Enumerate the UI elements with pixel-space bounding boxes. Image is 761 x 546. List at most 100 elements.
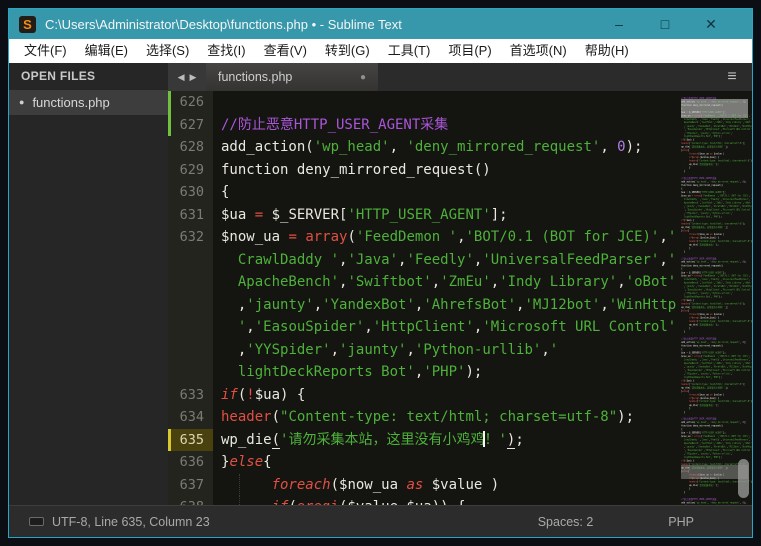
line-number[interactable]: 627 xyxy=(168,114,213,137)
tab-modified-icon: ● xyxy=(360,72,366,83)
line-number[interactable] xyxy=(168,339,213,362)
code-text[interactable]: add_action('wp_head', 'deny_mirrored_req… xyxy=(213,136,642,159)
line-number[interactable]: 628 xyxy=(168,136,213,159)
line-number[interactable]: 632 xyxy=(168,226,213,249)
sidebar-item-functions-php[interactable]: ● functions.php xyxy=(9,90,168,115)
code-line[interactable]: 634header("Content-type: text/html; char… xyxy=(168,406,677,429)
code-text[interactable]: { xyxy=(213,181,229,204)
minimap-scroll-thumb[interactable] xyxy=(738,459,749,498)
maximize-button[interactable]: □ xyxy=(642,9,688,39)
code-line[interactable]: ,'jaunty','YandexBot','AhrefsBot','MJ12b… xyxy=(168,294,677,317)
line-number[interactable]: 634 xyxy=(168,406,213,429)
line-number[interactable]: 636 xyxy=(168,451,213,474)
line-number[interactable]: 631 xyxy=(168,204,213,227)
code-line[interactable]: ,'YYSpider','jaunty','Python-urllib',' xyxy=(168,339,677,362)
close-button[interactable]: ✕ xyxy=(688,9,734,39)
code-text[interactable]: ApacheBench','Swiftbot','ZmEu','Indy Lib… xyxy=(213,271,676,294)
code-line[interactable]: 632$now_ua = array('FeedDemon ','BOT/0.1… xyxy=(168,226,677,249)
line-number[interactable] xyxy=(168,271,213,294)
code-text[interactable]: lightDeckReports Bot','PHP'); xyxy=(213,361,482,384)
menu-item[interactable]: 项目(P) xyxy=(439,39,500,63)
line-number[interactable]: 633 xyxy=(168,384,213,407)
line-number[interactable] xyxy=(168,316,213,339)
code-text[interactable]: CrawlDaddy ','Java','Feedly','UniversalF… xyxy=(213,249,676,272)
window-title: C:\Users\Administrator\Desktop\functions… xyxy=(45,17,596,32)
tab-forward-icon[interactable]: ▶ xyxy=(190,72,197,83)
code-text[interactable]: wp_die('请勿采集本站，这里没有小鸡鸡！'); xyxy=(213,429,524,452)
code-text[interactable]: $now_ua = array('FeedDemon ','BOT/0.1 (B… xyxy=(213,226,676,249)
line-number[interactable]: 637 xyxy=(168,474,213,497)
code-line[interactable]: 626 xyxy=(168,91,677,114)
line-number[interactable] xyxy=(168,294,213,317)
tab-functions-php[interactable]: functions.php ● xyxy=(206,63,378,91)
line-number[interactable]: 626 xyxy=(168,91,213,114)
code-line[interactable]: 637 foreach($now_ua as $value ) xyxy=(168,474,677,497)
title-bar[interactable]: S C:\Users\Administrator\Desktop\functio… xyxy=(9,9,752,39)
code-line[interactable]: 633if(!$ua) { xyxy=(168,384,677,407)
code-line[interactable]: ','EasouSpider','HttpClient','Microsoft … xyxy=(168,316,677,339)
code-line[interactable]: lightDeckReports Bot','PHP'); xyxy=(168,361,677,384)
line-number[interactable] xyxy=(168,361,213,384)
code-text[interactable] xyxy=(213,91,221,114)
code-text[interactable]: if(eregi($value,$ua)) { xyxy=(213,496,465,505)
menu-item[interactable]: 编辑(E) xyxy=(76,39,137,63)
code-text[interactable]: }else{ xyxy=(213,451,272,474)
status-syntax[interactable]: PHP xyxy=(668,515,694,529)
code-text[interactable]: function deny_mirrored_request() xyxy=(213,159,491,182)
minimize-button[interactable]: – xyxy=(596,9,642,39)
minimap-highlight-top xyxy=(681,99,748,118)
code-line[interactable]: 635wp_die('请勿采集本站，这里没有小鸡鸡！'); xyxy=(168,429,677,452)
code-text[interactable]: ,'jaunty','YandexBot','AhrefsBot','MJ12b… xyxy=(213,294,676,317)
code-text[interactable]: //防止恶意HTTP_USER_AGENT采集 xyxy=(213,114,448,137)
overflow-menu-icon[interactable]: ≡ xyxy=(712,63,752,91)
code-line[interactable]: ApacheBench','Swiftbot','ZmEu','Indy Lib… xyxy=(168,271,677,294)
code-line[interactable]: 636}else{ xyxy=(168,451,677,474)
status-bar: UTF-8, Line 635, Column 23 Spaces: 2 PHP xyxy=(9,505,752,537)
sublime-window: S C:\Users\Administrator\Desktop\functio… xyxy=(8,8,753,538)
menu-bar: 文件(F)编辑(E)选择(S)查找(I)查看(V)转到(G)工具(T)项目(P)… xyxy=(9,39,752,63)
code-line[interactable]: 638 if(eregi($value,$ua)) { xyxy=(168,496,677,505)
tab-back-icon[interactable]: ◀ xyxy=(178,72,185,83)
tab-label: functions.php xyxy=(218,70,360,84)
minimap-content: 626627//防止恶意HTTP_USER_AGENT采集628add_acti… xyxy=(680,93,752,505)
status-position: UTF-8, Line 635, Column 23 xyxy=(52,515,538,529)
line-number[interactable]: 635 xyxy=(168,429,213,452)
code-line[interactable]: 627//防止恶意HTTP_USER_AGENT采集 xyxy=(168,114,677,137)
line-number[interactable] xyxy=(168,249,213,272)
menu-item[interactable]: 转到(G) xyxy=(316,39,379,63)
line-number[interactable]: 629 xyxy=(168,159,213,182)
panel-toggle-icon[interactable] xyxy=(29,517,44,526)
menu-item[interactable]: 工具(T) xyxy=(379,39,440,63)
code-text[interactable]: if(!$ua) { xyxy=(213,384,305,407)
menu-item[interactable]: 查找(I) xyxy=(198,39,254,63)
code-line[interactable]: 629function deny_mirrored_request() xyxy=(168,159,677,182)
minimap[interactable]: 626627//防止恶意HTTP_USER_AGENT采集628add_acti… xyxy=(677,91,752,505)
open-files-header: OPEN FILES xyxy=(9,63,168,90)
sublime-logo-icon: S xyxy=(19,16,36,33)
sidebar-file-label: functions.php xyxy=(32,90,109,115)
line-number[interactable]: 638 xyxy=(168,496,213,505)
code-text[interactable]: header("Content-type: text/html; charset… xyxy=(213,406,634,429)
line-number[interactable]: 630 xyxy=(168,181,213,204)
code-text[interactable]: ,'YYSpider','jaunty','Python-urllib',' xyxy=(213,339,558,362)
menu-item[interactable]: 选择(S) xyxy=(137,39,198,63)
code-line[interactable]: CrawlDaddy ','Java','Feedly','UniversalF… xyxy=(168,249,677,272)
code-text[interactable]: $ua = $_SERVER['HTTP_USER_AGENT']; xyxy=(213,204,508,227)
code-line[interactable]: 630{ xyxy=(168,181,677,204)
code-lines[interactable]: 626627//防止恶意HTTP_USER_AGENT采集628add_acti… xyxy=(680,253,752,333)
code-lines[interactable]: 626627//防止恶意HTTP_USER_AGENT采集628add_acti… xyxy=(680,334,752,414)
menu-item[interactable]: 文件(F) xyxy=(15,39,76,63)
code-line[interactable]: 628add_action('wp_head', 'deny_mirrored_… xyxy=(168,136,677,159)
code-lines[interactable]: 626627//防止恶意HTTP_USER_AGENT采集628add_acti… xyxy=(168,91,677,505)
menu-item[interactable]: 首选项(N) xyxy=(501,39,576,63)
code-text[interactable]: ','EasouSpider','HttpClient','Microsoft … xyxy=(213,316,676,339)
menu-item[interactable]: 查看(V) xyxy=(255,39,316,63)
sidebar: OPEN FILES ● functions.php xyxy=(9,63,168,505)
code-lines[interactable]: 626627//防止恶意HTTP_USER_AGENT采集628add_acti… xyxy=(680,173,752,253)
status-indent[interactable]: Spaces: 2 xyxy=(538,515,594,529)
tab-bar: ◀ ▶ functions.php ● ≡ xyxy=(168,63,752,91)
menu-item[interactable]: 帮助(H) xyxy=(576,39,638,63)
code-text[interactable]: foreach($now_ua as $value ) xyxy=(213,474,499,497)
code-line[interactable]: 631$ua = $_SERVER['HTTP_USER_AGENT']; xyxy=(168,204,677,227)
file-modified-icon: ● xyxy=(19,90,24,115)
